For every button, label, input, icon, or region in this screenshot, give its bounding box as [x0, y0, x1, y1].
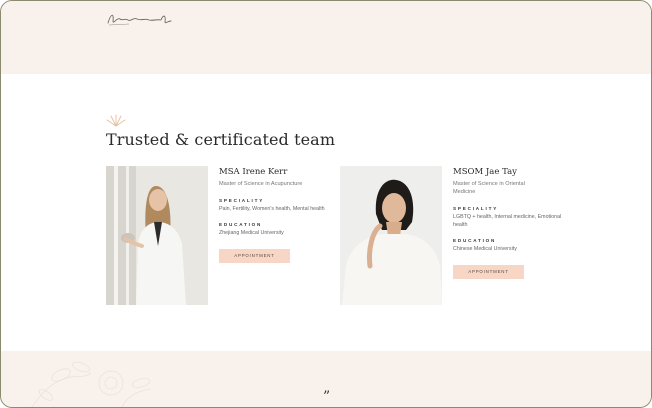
appointment-button[interactable]: APPOINTMENT [219, 249, 290, 263]
doctor-name: MSOM Jae Tay [453, 167, 517, 177]
speciality-label: SPECIALITY [453, 206, 499, 211]
doctor-degree: Master of Science in Acupuncture [219, 181, 303, 187]
education-value: Zhejiang Medical University [219, 230, 284, 236]
signature-logo[interactable] [105, 9, 175, 29]
doctor-name: MSA Irene Kerr [219, 167, 288, 177]
appointment-button[interactable]: APPOINTMENT [453, 265, 524, 279]
header-band [1, 1, 651, 74]
team-card: MSOM Jae Tay Master of Science in Orient… [340, 166, 570, 306]
speciality-label: SPECIALITY [219, 198, 265, 203]
section-title: Trusted & certificated team [106, 130, 336, 149]
doctor-info: MSA Irene Kerr Master of Science in Acup… [219, 166, 339, 263]
doctor-photo [340, 166, 442, 305]
doctor-degree: Master of Science in Oriental Medicine [453, 181, 525, 195]
team-card: MSA Irene Kerr Master of Science in Acup… [106, 166, 336, 306]
doctor-info: MSOM Jae Tay Master of Science in Orient… [453, 166, 573, 279]
education-label: EDUCATION [453, 238, 497, 243]
sunburst-icon [106, 114, 126, 127]
doctor-photo [106, 166, 208, 305]
speciality-value: LGBTQ + health, Internal medicine, Emoti… [453, 214, 562, 228]
floral-decoration [31, 361, 152, 407]
education-value: Chinese Medical University [453, 246, 517, 252]
quote-icon: ” [323, 389, 331, 405]
education-label: EDUCATION [219, 222, 263, 227]
page-frame: Trusted & certificated team MSA Irene Ke… [0, 0, 652, 408]
speciality-value: Pain, Fertility, Women's health, Mental … [219, 206, 325, 212]
